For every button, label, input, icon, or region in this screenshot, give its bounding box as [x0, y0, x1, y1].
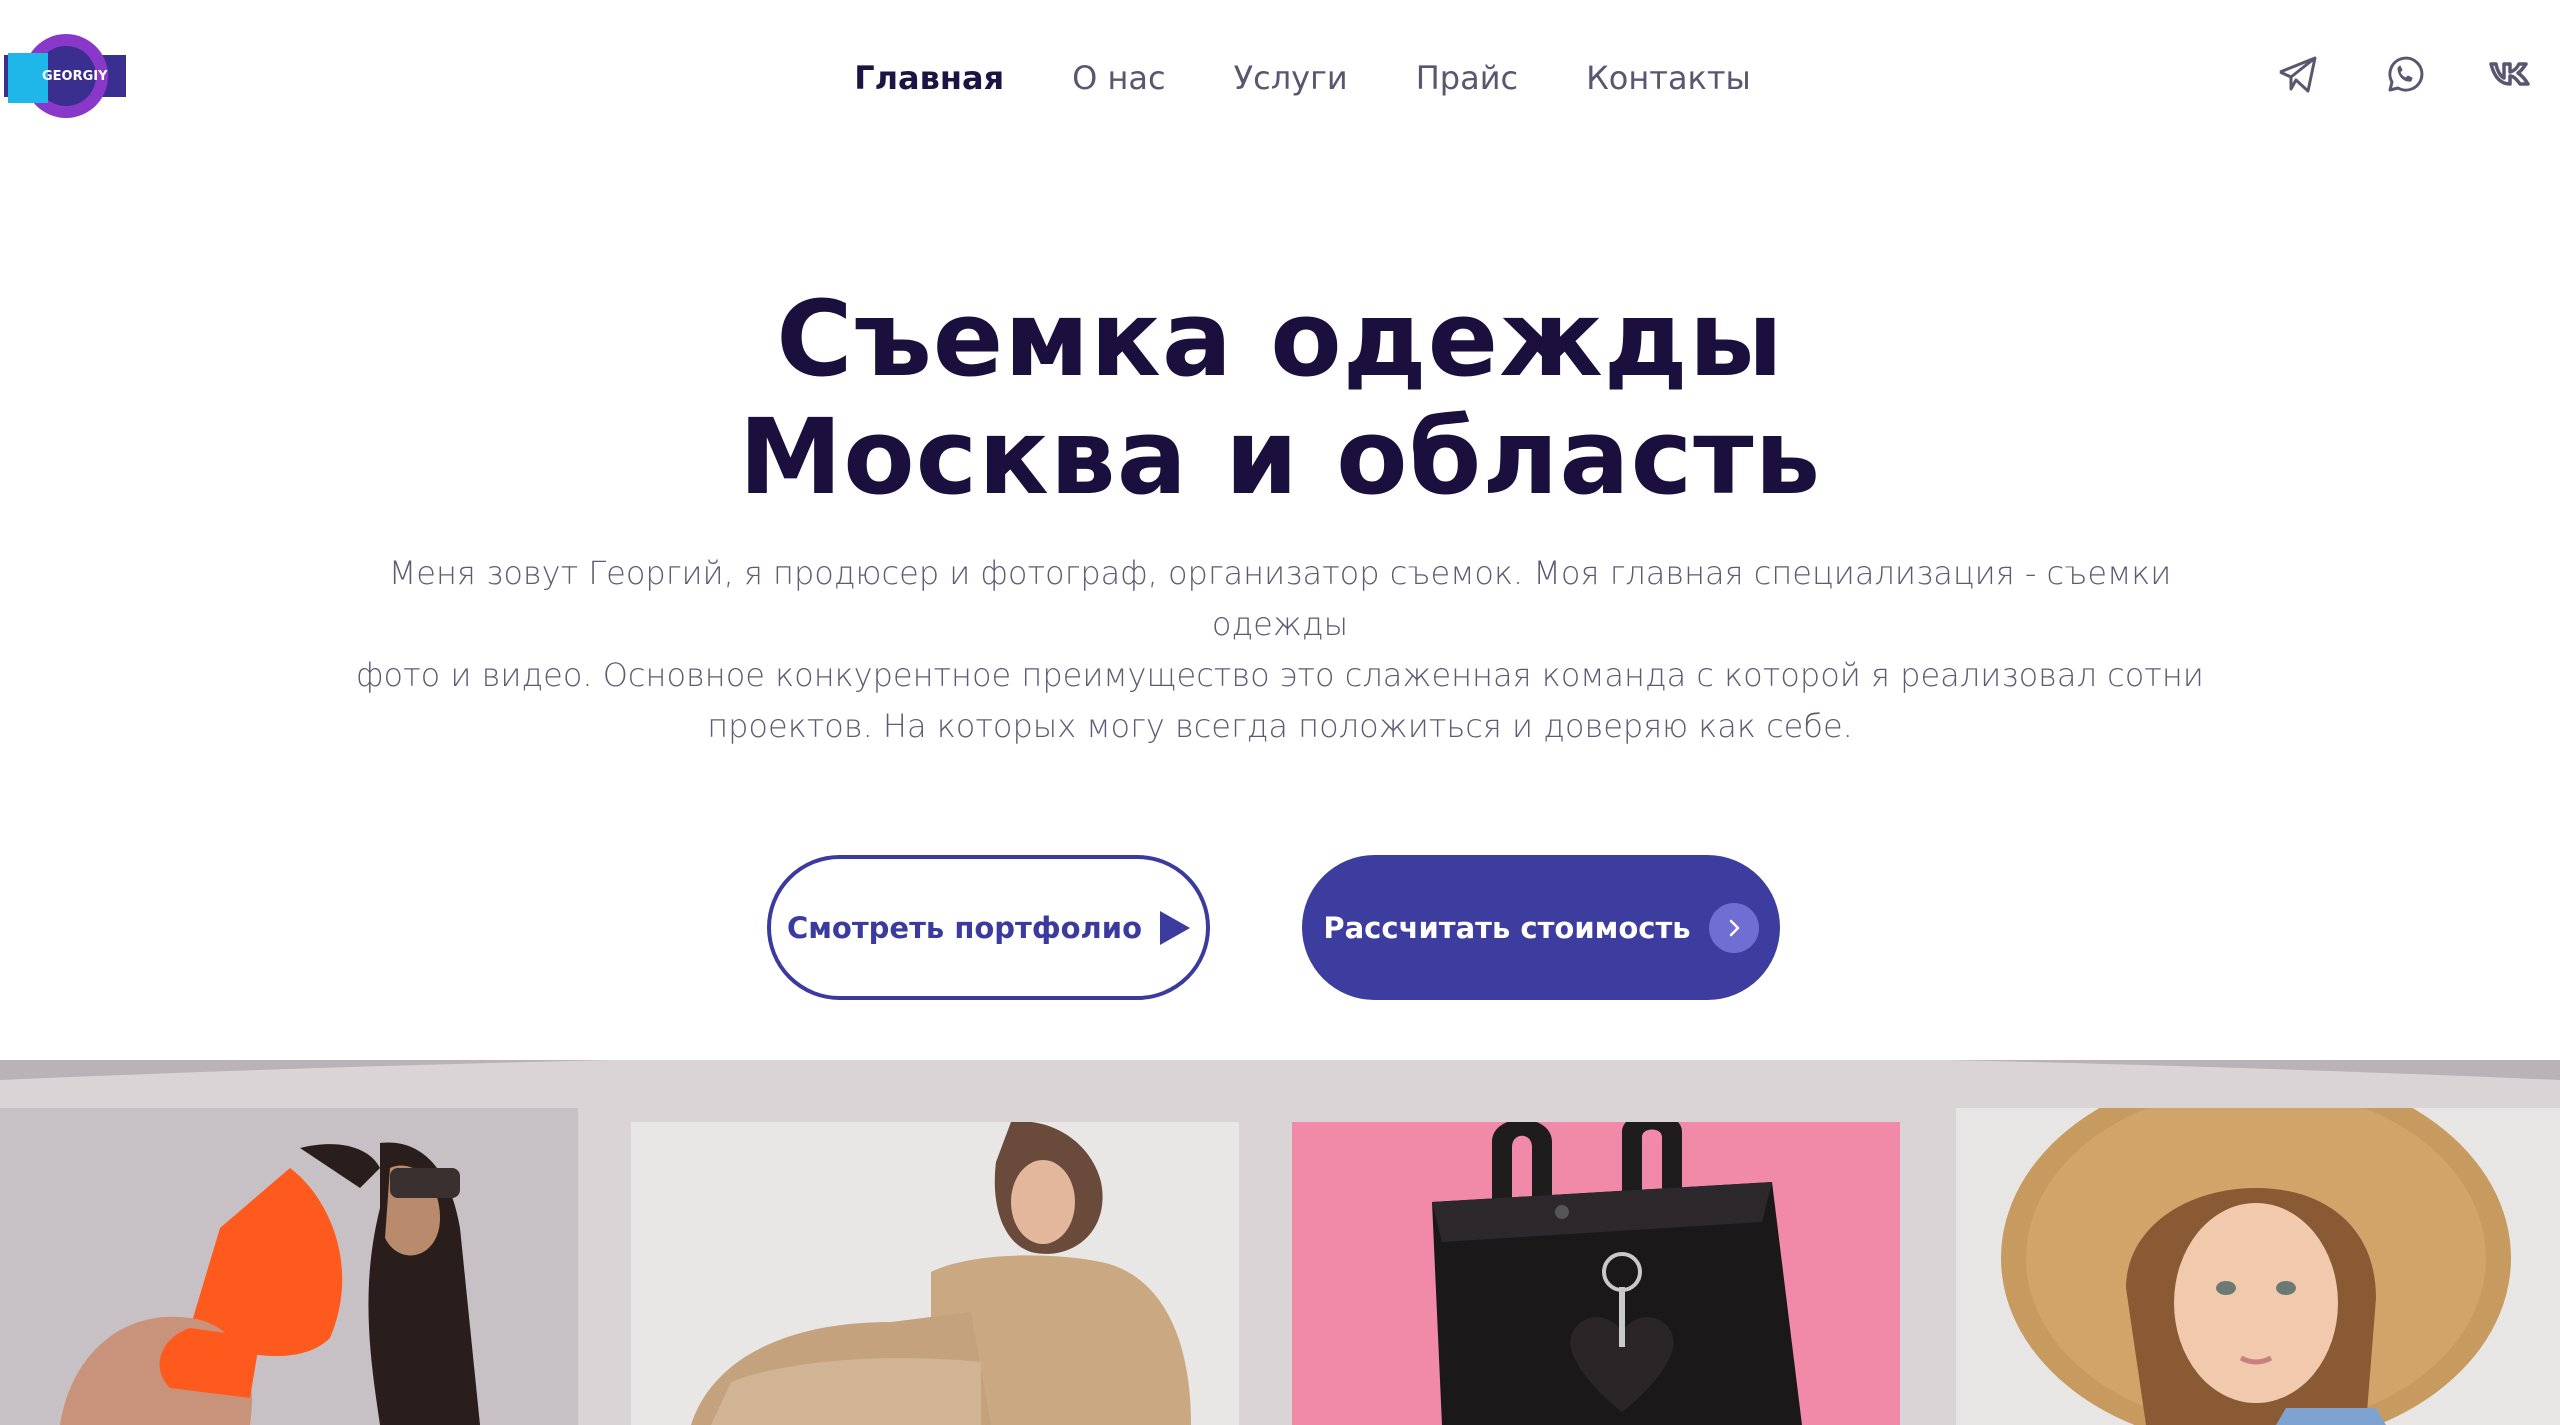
vk-icon[interactable]	[2488, 52, 2532, 96]
view-portfolio-label: Смотреть портфолио	[786, 910, 1143, 945]
gallery-photo-swimsuit[interactable]	[0, 1108, 578, 1425]
whatsapp-icon[interactable]	[2382, 52, 2426, 96]
page-title: Съемка одежды Москва и область	[0, 280, 2560, 516]
description-line-3: проектов. На которых могу всегда положит…	[707, 707, 1853, 745]
telegram-icon[interactable]	[2276, 52, 2320, 96]
description-line-1: Меня зовут Георгий, я продюсер и фотогра…	[388, 554, 2172, 643]
view-portfolio-button[interactable]: Смотреть портфолио	[767, 855, 1210, 1000]
nav-item-services[interactable]: Услуги	[1234, 52, 1348, 104]
main-nav: Главная О нас Услуги Прайс Контакты	[0, 52, 2560, 104]
nav-item-home[interactable]: Главная	[854, 52, 1004, 104]
nav-item-price[interactable]: Прайс	[1416, 52, 1518, 104]
gallery-photo-handbag[interactable]	[1292, 1122, 1900, 1425]
gallery-photo-sweater[interactable]	[631, 1122, 1239, 1425]
description-line-2: фото и видео. Основное конкурентное преи…	[356, 656, 2204, 694]
play-icon	[1160, 910, 1191, 945]
nav-item-about[interactable]: О нас	[1072, 52, 1165, 104]
title-line-2: Москва и область	[738, 396, 1822, 518]
nav-item-contacts[interactable]: Контакты	[1586, 52, 1751, 104]
calculate-price-label: Рассчитать стоимость	[1323, 910, 1691, 945]
chevron-right-icon	[1708, 902, 1759, 953]
title-line-1: Съемка одежды	[776, 278, 1784, 400]
calculate-price-button[interactable]: Рассчитать стоимость	[1302, 855, 1780, 1000]
gallery-photo-straw-hat[interactable]	[1956, 1108, 2560, 1425]
hero-description: Меня зовут Георгий, я продюсер и фотогра…	[320, 548, 2240, 752]
social-links	[2276, 52, 2532, 96]
